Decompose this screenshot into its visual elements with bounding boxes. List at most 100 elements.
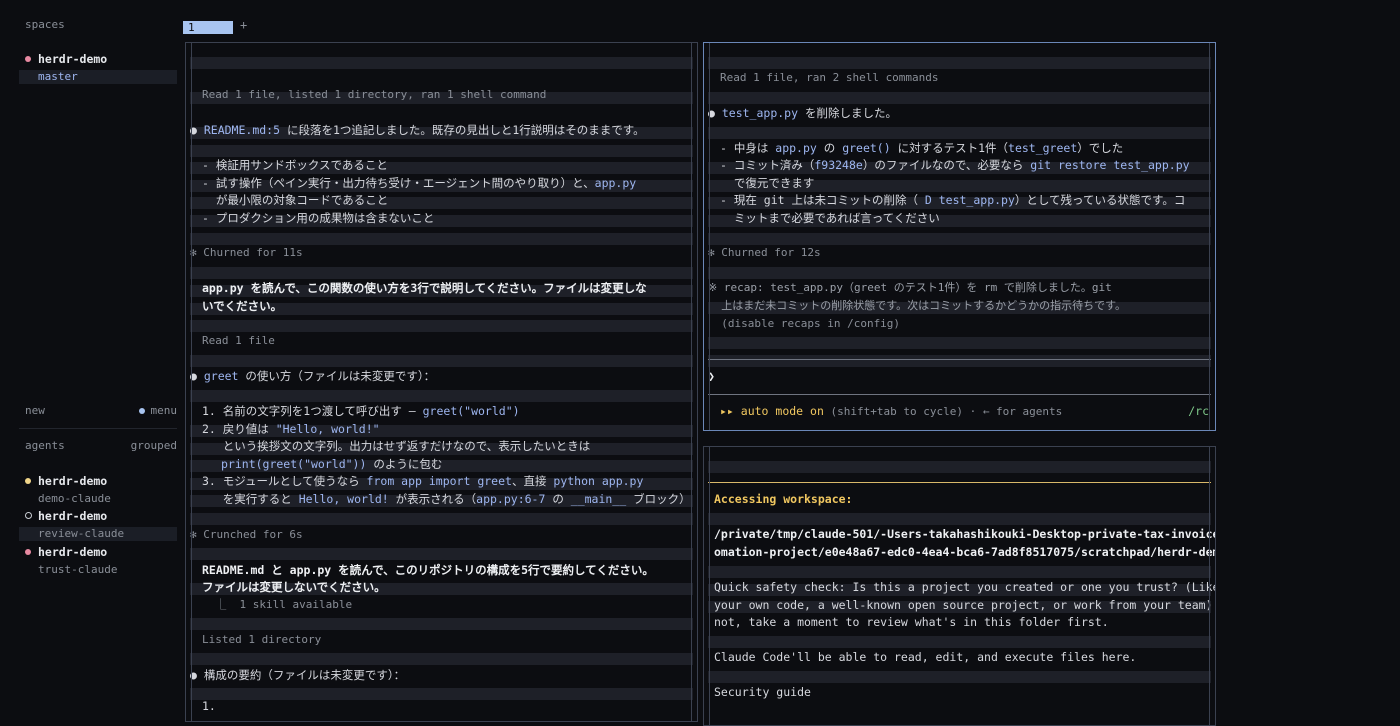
row-bg bbox=[708, 92, 1211, 104]
message-bullet: ● greet の使い方（ファイルは未変更です）： bbox=[190, 369, 436, 383]
item-text: ブロック） bbox=[626, 492, 691, 506]
list-text: - 現在 git 上は未コミットの削除（ bbox=[720, 193, 925, 207]
list-item: - 試す操作（ペイン実行・出力待ち受け・エージェント間のやり取り）と、app.p… bbox=[202, 175, 636, 191]
grouped-toggle[interactable]: grouped bbox=[131, 439, 177, 452]
file-ref: app.py bbox=[202, 281, 244, 295]
left-pane[interactable]: Read 1 file, listed 1 directory, ran 1 s… bbox=[185, 42, 698, 722]
list-text: に対するテスト1件（ bbox=[890, 141, 1009, 155]
space-branch-item[interactable]: master bbox=[19, 70, 177, 84]
numbered-item-cont: print(greet("world")) のように包む bbox=[221, 456, 442, 472]
tool-summary: Listed 1 directory bbox=[202, 633, 322, 646]
code-ref: __main__ bbox=[570, 492, 627, 506]
user-prompt-cont: いでください。 bbox=[202, 299, 283, 313]
file-ref: app.py bbox=[594, 176, 637, 190]
message-text: に段落を1つ追記しました。既存の見出しと1行説明はそのままです。 bbox=[280, 123, 645, 137]
security-guide-link[interactable]: Security guide bbox=[714, 684, 811, 700]
list-item: - 現在 git 上は未コミットの削除（ D test_app.py）として残っ… bbox=[720, 192, 1185, 208]
item-text: を実行すると bbox=[202, 492, 299, 506]
safety-text: not, take a moment to review what's in t… bbox=[714, 615, 1109, 629]
tool-summary: Read 1 file, listed 1 directory, ran 1 s… bbox=[202, 88, 547, 101]
numbered-item: 1. bbox=[202, 699, 216, 713]
item-text: 、直接 bbox=[511, 474, 554, 488]
branch-label: master bbox=[38, 70, 78, 83]
list-item: - 検証用サンドボックスであること bbox=[202, 158, 388, 172]
right-top-pane[interactable]: Read 1 file, ran 2 shell commands ● test… bbox=[703, 42, 1216, 431]
right-top-content: Read 1 file, ran 2 shell commands ● test… bbox=[708, 43, 1211, 430]
code-ref: print(greet("world")) bbox=[221, 457, 367, 471]
workspace-path: omation-project/e0e48a67-edc0-4ea4-bca6-… bbox=[714, 545, 1216, 559]
row-bg bbox=[190, 57, 693, 69]
pane-gutter bbox=[691, 43, 692, 721]
row-bg bbox=[708, 671, 1211, 683]
pane-gutter bbox=[1209, 43, 1210, 430]
code-ref: greet("world") bbox=[422, 404, 520, 418]
space-item-herdr-demo[interactable]: herdr-demo bbox=[19, 52, 177, 66]
right-bottom-pane[interactable]: Accessing workspace: /private/tmp/claude… bbox=[703, 446, 1216, 726]
list-text: - 中身は bbox=[720, 141, 776, 155]
tab-1[interactable]: 1 bbox=[183, 21, 233, 34]
agent-item-trust-claude[interactable]: herdr-demo bbox=[19, 545, 177, 559]
code-ref: greet bbox=[203, 369, 239, 383]
tool-summary: Read 1 file, ran 2 shell commands bbox=[720, 71, 939, 84]
agent-sub-item[interactable]: demo-claude bbox=[19, 492, 177, 506]
agent-item-demo-claude[interactable]: herdr-demo bbox=[19, 474, 177, 488]
agent-sub-item[interactable]: review-claude bbox=[19, 527, 177, 541]
churned-status: ✻ Churned for 11s bbox=[190, 246, 303, 259]
numbered-item-cont: を実行すると Hello, world! が表示される（app.py:6-7 の… bbox=[202, 491, 691, 507]
add-tab-button[interactable]: + bbox=[240, 18, 247, 32]
item-text: 3. モジュールとして使うなら bbox=[202, 474, 367, 488]
agent-space-name: herdr-demo bbox=[38, 509, 108, 523]
message-bullet: ● 構成の要約（ファイルは未変更です）： bbox=[190, 668, 406, 682]
input-top-border bbox=[708, 359, 1211, 360]
message-bullet: ● test_app.py を削除しました。 bbox=[708, 106, 897, 120]
rc-indicator[interactable]: /rc bbox=[1188, 403, 1209, 419]
list-item-cont: が最小限の対象コードであること bbox=[202, 193, 389, 207]
list-text: の bbox=[816, 141, 843, 155]
item-text: のように包む bbox=[366, 457, 443, 471]
user-prompt: app.py を読んで、この関数の使い方を3行で説明してください。ファイルは変更… bbox=[202, 280, 647, 296]
row-bg bbox=[708, 233, 1211, 245]
spaces-label: spaces bbox=[25, 18, 65, 31]
row-bg bbox=[708, 513, 1211, 525]
code-ref: python app.py bbox=[553, 474, 644, 488]
workspace-heading: Accessing workspace: bbox=[714, 492, 853, 506]
agent-status-ring bbox=[25, 512, 32, 519]
new-button[interactable]: new bbox=[25, 404, 45, 417]
safety-text: Quick safety check: Is this a project yo… bbox=[714, 580, 1216, 594]
file-ref: README.md:5 bbox=[203, 123, 281, 137]
list-item: - プロダクション用の成果物は含まないこと bbox=[202, 211, 435, 225]
row-bg bbox=[190, 548, 693, 560]
prompt-text: と bbox=[264, 563, 290, 577]
numbered-item: 1. 名前の文字列を1つ渡して呼び出す — greet("world") bbox=[202, 403, 520, 419]
row-bg bbox=[708, 57, 1211, 69]
recap-config-hint: (disable recaps in /config) bbox=[708, 317, 901, 330]
row-bg bbox=[190, 653, 693, 665]
agent-name: review-claude bbox=[38, 527, 125, 540]
agents-label: agents bbox=[25, 439, 65, 452]
pane-gutter bbox=[709, 43, 710, 430]
row-bg bbox=[708, 267, 1211, 279]
row-bg bbox=[190, 320, 693, 332]
agent-name: trust-claude bbox=[38, 563, 118, 576]
code-ref: f93248e bbox=[814, 158, 863, 172]
menu-dot-icon bbox=[139, 408, 145, 414]
file-ref: test_app.py bbox=[721, 106, 799, 120]
menu-button[interactable]: menu bbox=[151, 404, 178, 417]
agent-item-review-claude[interactable]: herdr-demo bbox=[19, 509, 177, 523]
code-ref: app.py:6-7 bbox=[476, 492, 546, 506]
tool-summary: Read 1 file bbox=[202, 334, 275, 347]
row-bg bbox=[708, 461, 1211, 473]
pane-gutter bbox=[709, 447, 710, 725]
numbered-item-cont: という挨拶文の文字列。出力はせず返すだけなので、表示したいときは bbox=[202, 439, 591, 453]
sidebar-divider bbox=[19, 428, 177, 429]
code-ref: from app import greet bbox=[366, 474, 512, 488]
safety-text: your own code, a well-known open source … bbox=[714, 598, 1216, 612]
list-text: ）として残っている状態です。コ bbox=[1014, 193, 1186, 207]
row-bg bbox=[190, 145, 693, 157]
agent-sub-item[interactable]: trust-claude bbox=[19, 563, 177, 577]
agent-status-dot bbox=[25, 478, 31, 484]
capability-text: Claude Code'll be able to read, edit, an… bbox=[714, 650, 1137, 664]
row-bg bbox=[190, 390, 693, 402]
code-ref: app.py bbox=[775, 141, 817, 155]
auto-mode-status[interactable]: ▸▸ auto mode on (shift+tab to cycle) · ←… bbox=[720, 403, 1062, 420]
